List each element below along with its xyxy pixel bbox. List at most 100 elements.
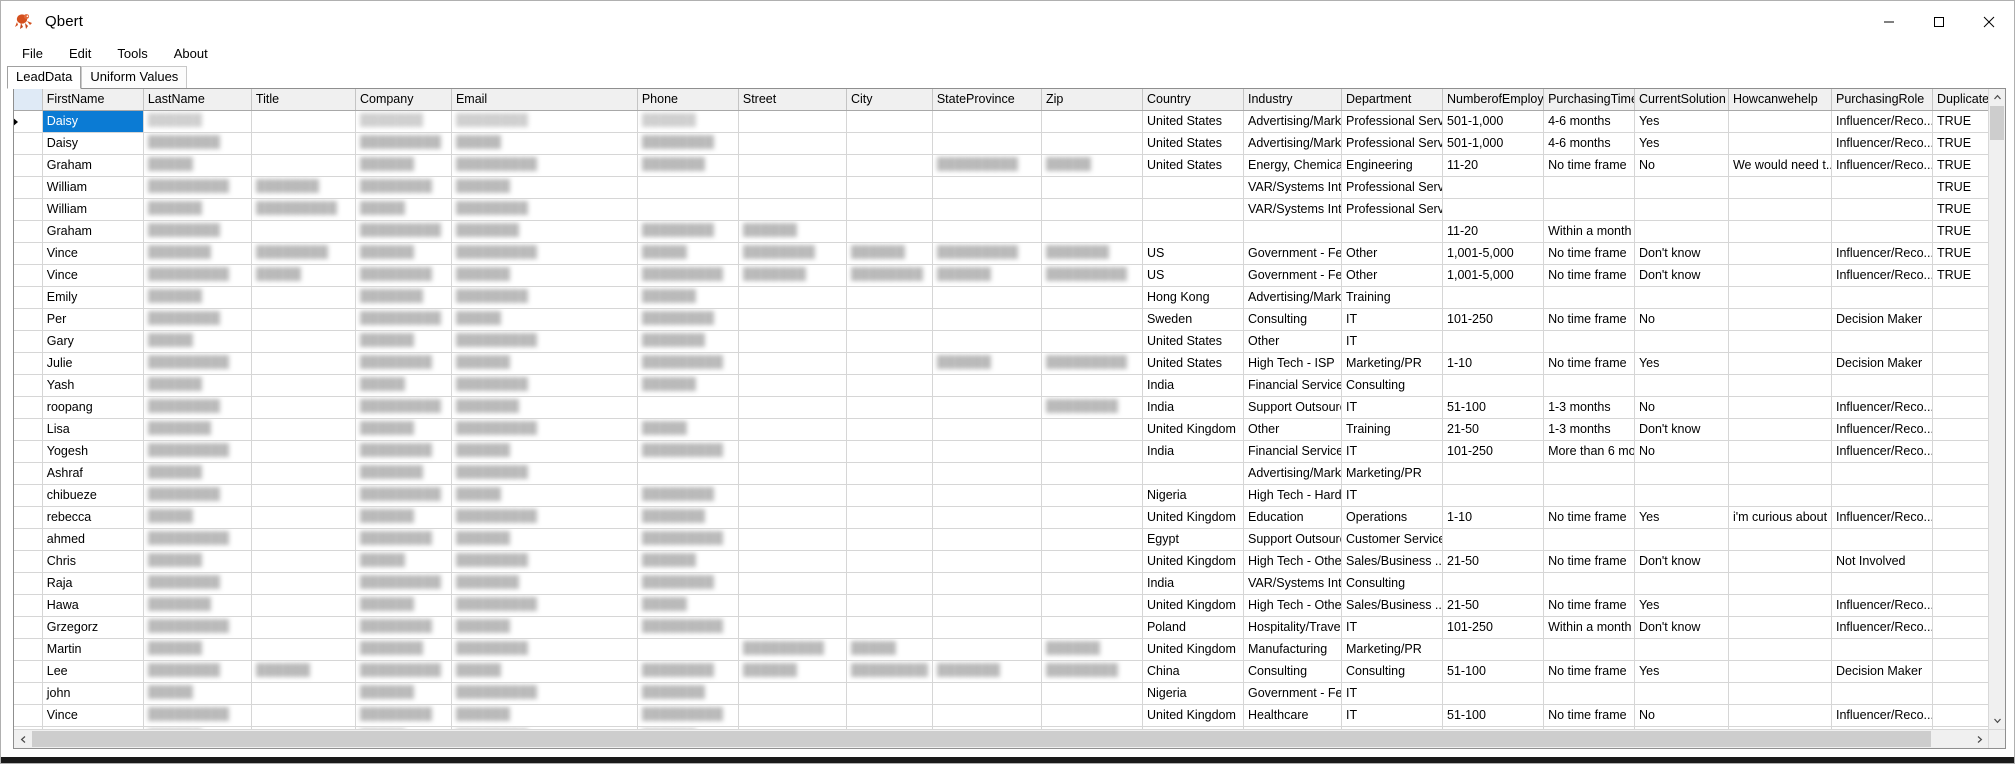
cell-currentsolution[interactable] (1634, 374, 1729, 397)
cell-department[interactable]: Sales/Business ... (1341, 550, 1444, 573)
cell-howcanwehelp[interactable] (1728, 330, 1832, 353)
cell-currentsolution[interactable]: No (1634, 308, 1729, 331)
cell-company[interactable]: ██████ (355, 506, 452, 529)
cell-industry[interactable]: Consulting (1243, 660, 1342, 683)
cell-zip[interactable] (1041, 484, 1143, 507)
cell-industry[interactable]: Support Outsourc... (1243, 528, 1342, 551)
cell-zip[interactable] (1041, 440, 1143, 463)
cell-stateprovince[interactable] (932, 176, 1042, 199)
cell-purchasingrole[interactable]: Influencer/Reco... (1831, 154, 1934, 177)
cell-email[interactable]: ██████ (451, 616, 638, 639)
cell-firstname[interactable]: Hawa (42, 594, 144, 617)
cell-howcanwehelp[interactable] (1728, 286, 1832, 309)
cell-numberofemployee[interactable] (1442, 330, 1545, 353)
cell-duplicate[interactable]: TRUE (1932, 154, 1988, 177)
cell-firstname[interactable]: Vince (42, 704, 144, 727)
column-header-street[interactable]: Street (738, 89, 847, 111)
cell-industry[interactable]: Advertising/Mark... (1243, 132, 1342, 155)
cell-howcanwehelp[interactable] (1728, 308, 1832, 331)
cell-purchasingtimeframe[interactable] (1543, 528, 1635, 551)
cell-phone[interactable]: ██████ (637, 374, 739, 397)
cell-company[interactable]: ████████ (355, 176, 452, 199)
cell-currentsolution[interactable]: No (1634, 440, 1729, 463)
cell-numberofemployee[interactable]: 51-100 (1442, 704, 1545, 727)
cell-zip[interactable] (1041, 330, 1143, 353)
cell-city[interactable] (846, 506, 933, 529)
cell-city[interactable] (846, 484, 933, 507)
table-row[interactable]: Raja ████████ █████████ ███████ ████████ Indi… (14, 572, 1988, 595)
cell-howcanwehelp[interactable] (1728, 220, 1832, 243)
cell-industry[interactable]: Government - Fe... (1243, 682, 1342, 705)
cell-company[interactable]: ████████ (355, 352, 452, 375)
cell-phone[interactable]: █████████ (637, 264, 739, 287)
cell-email[interactable]: ██████ (451, 528, 638, 551)
cell-industry[interactable]: Education (1243, 506, 1342, 529)
cell-phone[interactable]: ██████ (637, 550, 739, 573)
cell-city[interactable] (846, 418, 933, 441)
cell-howcanwehelp[interactable] (1728, 264, 1832, 287)
cell-department[interactable]: Professional Serv... (1341, 132, 1444, 155)
cell-numberofemployee[interactable] (1442, 572, 1545, 595)
cell-phone[interactable]: ████████ (637, 220, 739, 243)
cell-industry[interactable]: Hospitality/Travel... (1243, 616, 1342, 639)
cell-currentsolution[interactable]: Don't know (1634, 616, 1729, 639)
cell-howcanwehelp[interactable] (1728, 396, 1832, 419)
cell-numberofemployee[interactable]: 1,001-5,000 (1442, 242, 1545, 265)
cell-currentsolution[interactable] (1634, 220, 1729, 243)
cell-purchasingtimeframe[interactable]: 1-3 months (1543, 418, 1635, 441)
cell-city[interactable]: █████ (846, 638, 933, 661)
cell-purchasingrole[interactable] (1831, 286, 1934, 309)
cell-duplicate[interactable] (1932, 418, 1988, 441)
cell-purchasingrole[interactable] (1831, 198, 1934, 221)
table-row[interactable]: William █████████ ███████ ████████ ██████ VAR… (14, 176, 1988, 199)
cell-firstname[interactable]: chibueze (42, 484, 144, 507)
cell-company[interactable]: █████████ (355, 308, 452, 331)
cell-title[interactable] (251, 220, 356, 243)
cell-duplicate[interactable]: TRUE (1932, 220, 1988, 243)
cell-department[interactable]: Marketing/PR (1341, 352, 1444, 375)
cell-numberofemployee[interactable]: 21-50 (1442, 550, 1545, 573)
cell-firstname[interactable]: Yogesh (42, 440, 144, 463)
cell-purchasingtimeframe[interactable]: No time frame (1543, 660, 1635, 683)
cell-purchasingrole[interactable]: Influencer/Reco... (1831, 396, 1934, 419)
cell-howcanwehelp[interactable] (1728, 594, 1832, 617)
cell-purchasingtimeframe[interactable] (1543, 198, 1635, 221)
cell-company[interactable]: ███████ (355, 110, 452, 133)
cell-purchasingtimeframe[interactable] (1543, 286, 1635, 309)
cell-phone[interactable]: ████████ (637, 132, 739, 155)
cell-purchasingrole[interactable]: Decision Maker (1831, 352, 1934, 375)
cell-email[interactable]: █████ (451, 484, 638, 507)
cell-howcanwehelp[interactable] (1728, 616, 1832, 639)
cell-department[interactable]: Marketing/PR (1341, 462, 1444, 485)
scroll-left-button[interactable] (14, 730, 32, 748)
cell-purchasingrole[interactable]: Influencer/Reco... (1831, 616, 1934, 639)
cell-purchasingrole[interactable] (1831, 176, 1934, 199)
row-header-cell[interactable] (14, 572, 43, 595)
cell-email[interactable]: ████████ (451, 638, 638, 661)
cell-numberofemployee[interactable]: 101-250 (1442, 440, 1545, 463)
cell-city[interactable] (846, 550, 933, 573)
column-header-department[interactable]: Department (1341, 89, 1444, 111)
cell-street[interactable] (738, 154, 847, 177)
maximize-button[interactable] (1914, 1, 1964, 43)
cell-numberofemployee[interactable] (1442, 682, 1545, 705)
cell-howcanwehelp[interactable] (1728, 528, 1832, 551)
cell-industry[interactable]: VAR/Systems Int... (1243, 176, 1342, 199)
cell-currentsolution[interactable]: Yes (1634, 110, 1729, 133)
cell-zip[interactable] (1041, 220, 1143, 243)
table-row[interactable]: Ashraf ██████ ███████ ████████ Advertising/M… (14, 462, 1988, 485)
cell-company[interactable]: ████████ (355, 264, 452, 287)
cell-stateprovince[interactable] (932, 440, 1042, 463)
table-row[interactable]: Graham██████████████████████████████████… (14, 154, 1988, 177)
cell-department[interactable]: Consulting (1341, 374, 1444, 397)
cell-country[interactable]: India (1142, 374, 1245, 397)
cell-purchasingrole[interactable]: Influencer/Reco... (1831, 594, 1934, 617)
column-header-firstname[interactable]: FirstName (42, 89, 144, 111)
cell-city[interactable]: █████████ (846, 660, 933, 683)
cell-numberofemployee[interactable]: 51-100 (1442, 660, 1545, 683)
cell-lastname[interactable]: █████ (143, 330, 252, 353)
cell-numberofemployee[interactable]: 501-1,000 (1442, 132, 1545, 155)
cell-country[interactable] (1142, 462, 1245, 485)
cell-industry[interactable]: High Tech - Hard... (1243, 484, 1342, 507)
cell-country[interactable]: Nigeria (1142, 682, 1245, 705)
